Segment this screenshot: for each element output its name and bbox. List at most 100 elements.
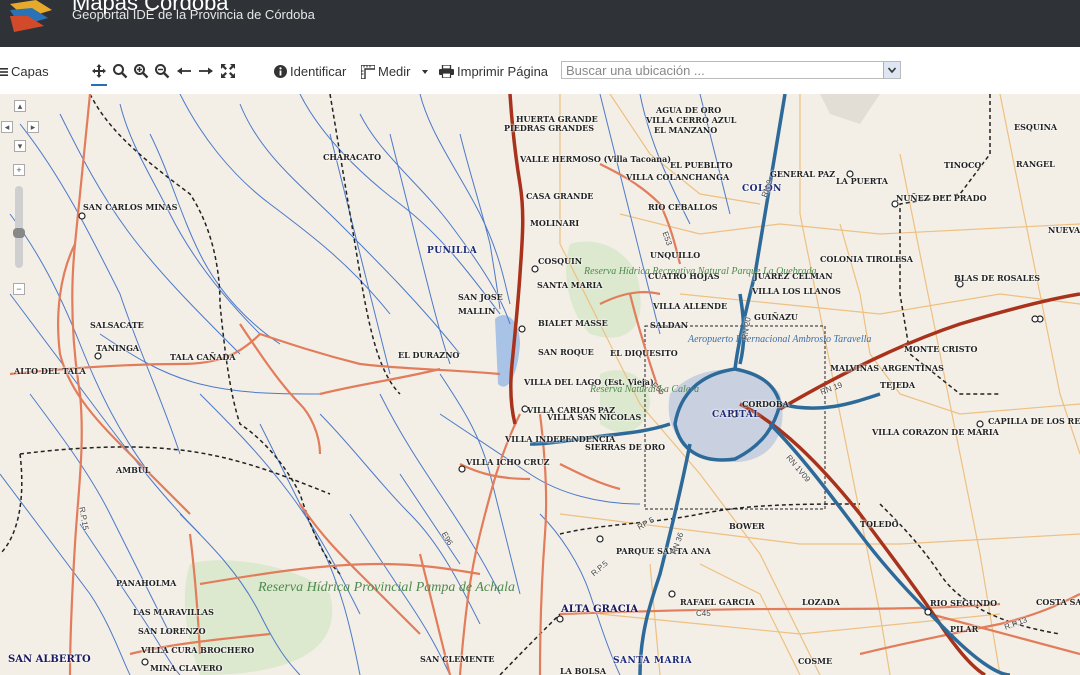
map-canvas[interactable]: HUERTA GRANDE PIEDRAS GRANDES VALLE HERM… (0, 94, 1080, 675)
place-label: SANTA MARIA (537, 280, 603, 290)
place-label: VILLA ALLENDE (653, 301, 728, 311)
airport-label: Aeropuerto Internacional Ambrosio Tarave… (688, 334, 872, 345)
print-button[interactable]: Imprimir Página (439, 64, 548, 79)
place-label: LAS MARAVILLAS (133, 607, 214, 617)
chevron-down-icon (887, 67, 897, 74)
place-label: SAN CARLOS MINAS (83, 202, 178, 212)
place-label: LA PUERTA (836, 176, 888, 186)
place-label: SALDAN (650, 320, 689, 330)
place-label: CORDOBA (742, 399, 789, 409)
zoom-slider-track[interactable] (15, 186, 23, 268)
place-label: SAN JOSE (458, 292, 503, 302)
place-label: VILLA CERRO AZUL (646, 115, 737, 125)
place-label: BLAS DE ROSALES (954, 273, 1041, 283)
zoom-box-icon[interactable] (112, 63, 128, 79)
identify-label: Identificar (290, 64, 347, 79)
printer-icon (439, 65, 454, 78)
place-label: GENERAL PAZ (770, 169, 836, 179)
place-label: VILLA SAN NICOLAS (547, 412, 642, 422)
place-label: SAN CLEMENTE (420, 654, 495, 664)
app-header: Mapas Córdoba Geoportal IDE de la Provin… (0, 0, 1080, 47)
place-label: BOWER (729, 521, 765, 531)
park-label: Reserva Hídrica Provincial Pampa de Acha… (258, 580, 515, 595)
place-label: COLONIA TIROLESA (820, 254, 913, 264)
place-label: EL MANZANO (654, 125, 718, 135)
forward-arrow-icon[interactable] (198, 63, 214, 79)
park-label: Reserva Natural La Calera (590, 384, 699, 395)
place-label: VILLA ICHO CRUZ (466, 457, 550, 467)
place-label: RANGEL (1016, 159, 1055, 169)
place-label: TINOCO (944, 160, 982, 170)
place-label: SAN ROQUE (538, 347, 594, 357)
zoom-in-icon[interactable] (133, 63, 149, 79)
layers-button[interactable]: Capas (0, 64, 49, 79)
place-label: CHARACATO (323, 152, 382, 162)
place-label: RIO CEBALLOS (648, 202, 718, 212)
place-label: TOLEDO (860, 519, 899, 529)
place-label: MALLIN (458, 306, 496, 316)
place-label: VILLA COLANCHANGA (626, 172, 730, 182)
pan-up-button[interactable]: ▴ (14, 100, 26, 112)
pan-left-button[interactable]: ◂ (1, 121, 13, 133)
place-label: SAN ALBERTO (8, 654, 91, 665)
zoom-slider-handle[interactable] (13, 228, 25, 238)
measure-button[interactable]: Medir (361, 64, 428, 79)
caret-down-icon (421, 69, 428, 74)
measure-label: Medir (378, 64, 411, 79)
place-label: PANAHOLMA (116, 578, 177, 588)
place-label: ALTA GRACIA (561, 604, 639, 615)
search-input[interactable] (562, 62, 884, 78)
place-label: VILLA LOS LLANOS (752, 286, 841, 296)
zoom-out-button[interactable]: − (13, 283, 25, 295)
place-label: EL DIQUESITO (610, 348, 678, 358)
pan-right-button[interactable]: ▸ (27, 121, 39, 133)
place-label: PILAR (950, 624, 979, 634)
place-label: MINA CLAVERO (150, 663, 223, 673)
department-label: CAPITAL (712, 410, 761, 420)
app-subtitle: Geoportal IDE de la Provincia de Córdoba (72, 7, 315, 22)
ruler-icon (361, 64, 375, 79)
place-label: PIEDRAS GRANDES (504, 123, 595, 133)
full-extent-icon[interactable] (220, 63, 236, 79)
back-arrow-icon[interactable] (176, 63, 192, 79)
pan-down-button[interactable]: ▾ (14, 140, 26, 152)
place-label: MONTE CRISTO (904, 344, 978, 354)
place-label: TEJEDA (880, 380, 916, 390)
layers-label: Capas (11, 64, 49, 79)
place-label: LOZADA (802, 597, 840, 607)
place-label: SIERRAS DE ORO (585, 442, 666, 452)
place-label: GUIÑAZU (754, 312, 798, 322)
place-label: EL PUEBLITO (670, 160, 733, 170)
map-navigation-controls: ▴ ◂ ▸ ▾ + − (0, 94, 42, 304)
zoom-in-button[interactable]: + (13, 164, 25, 176)
place-label: SAN LORENZO (138, 626, 206, 636)
location-search[interactable] (561, 61, 901, 79)
logo (10, 0, 52, 32)
zoom-out-icon[interactable] (154, 63, 170, 79)
place-label: LA BOLSA (560, 666, 607, 675)
department-label: PUNILLA (427, 246, 478, 256)
place-label: NUÑEZ DEL PRADO (896, 193, 987, 203)
place-label: CASA GRANDE (526, 191, 594, 201)
place-label: ALTO DEL TALA (14, 366, 86, 376)
info-icon (274, 65, 287, 78)
place-label: RIO SEGUNDO (930, 598, 998, 608)
active-tool-indicator (91, 84, 107, 86)
place-label: TALA CAÑADA (170, 352, 236, 362)
place-label: CAPILLA DE LOS REMEDIOS (988, 416, 1080, 426)
park-pampa-de-achala (184, 560, 333, 675)
place-label: AMBUL (116, 465, 151, 475)
place-label: VILLA CORAZON DE MARIA (872, 427, 999, 437)
place-label: MALVINAS ARGENTINAS (830, 363, 944, 373)
place-label: BIALET MASSE (538, 318, 608, 328)
place-label: TANINGA (96, 343, 140, 353)
print-label: Imprimir Página (457, 64, 549, 79)
place-label: COSQUIN (538, 256, 583, 266)
department-label: SANTA MARIA (613, 656, 693, 666)
pan-icon[interactable] (91, 63, 107, 79)
identify-button[interactable]: Identificar (274, 64, 346, 79)
park-label: Reserva Hídrica Recreativa Natural Parqu… (584, 266, 817, 277)
search-dropdown-button[interactable] (883, 62, 900, 78)
place-label: VILLA CURA BROCHERO (141, 645, 255, 655)
road-label: C45 (696, 609, 711, 618)
